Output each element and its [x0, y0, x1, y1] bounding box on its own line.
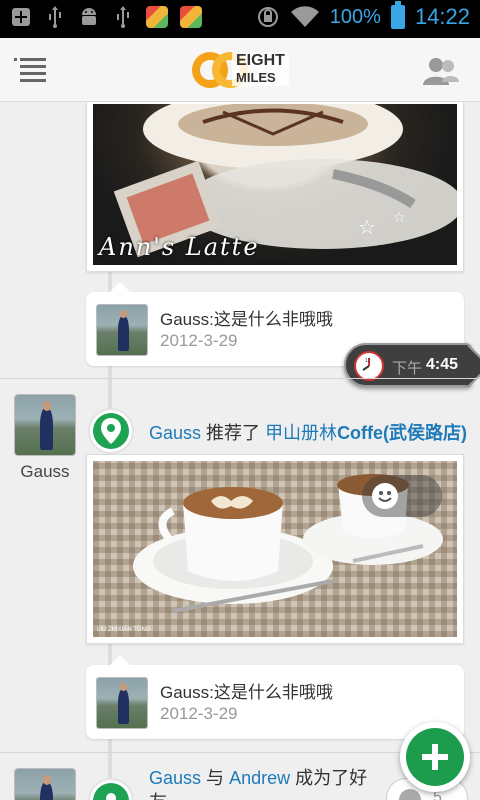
svg-text:☆: ☆	[393, 209, 406, 225]
comment-text: Gauss:这是什么非哦哦	[160, 310, 333, 329]
comment-date: 2012-3-29	[160, 704, 238, 723]
add-post-button[interactable]	[400, 722, 470, 792]
clock-time: 14:22	[414, 4, 470, 29]
time-period: 下午	[392, 360, 423, 377]
app-notification-icon	[146, 6, 168, 28]
comment-card[interactable]: Gauss:这是什么非哦哦 2012-3-29	[86, 655, 464, 739]
plus-icon	[406, 728, 464, 786]
avatar[interactable]	[96, 304, 148, 356]
svg-text:☆: ☆	[358, 217, 376, 239]
post-headline: Gauss 推荐了 甲山册林Coffe(武侯路店)	[149, 421, 467, 445]
battery-percent: 100%	[329, 5, 381, 28]
connector: 与	[206, 768, 225, 788]
photo-watermark: LIU ZHIXIAN TONG	[97, 627, 151, 633]
place-name-bold: Coffe(武侯路店)	[337, 423, 468, 443]
action-text: 成为了好	[295, 768, 368, 788]
notification-icons	[10, 6, 202, 28]
user-link[interactable]: Andrew	[229, 768, 290, 788]
app-logo: EIGHT MILES	[192, 50, 290, 90]
avatar[interactable]	[96, 677, 148, 729]
screen-rotation-lock-icon	[257, 7, 278, 27]
usb-icon	[112, 6, 134, 28]
post-headline: Gauss 与 Andrew 成为了好 友	[149, 766, 367, 800]
location-pin-icon	[88, 408, 134, 454]
latte-photo[interactable]: ☆ ☆ Ann's Latte	[93, 104, 457, 265]
friends-icon[interactable]	[422, 56, 460, 86]
android-debug-icon	[78, 6, 100, 28]
place-link[interactable]: 甲山册林Coffe(武侯路店)	[265, 423, 467, 443]
comment-text: Gauss:这是什么非哦哦	[160, 683, 333, 702]
battery-full-icon	[390, 1, 405, 29]
user-link[interactable]: Gauss	[149, 423, 201, 443]
feed-divider	[0, 378, 480, 379]
avatar[interactable]	[14, 394, 76, 456]
menu-list-icon[interactable]	[14, 57, 46, 83]
logo-line-2: MILES	[236, 70, 276, 85]
smile-icon	[372, 483, 398, 509]
time-value: 4:45	[426, 356, 459, 373]
action-verb: 推荐了	[206, 423, 261, 443]
svg-text:12: 12	[365, 358, 371, 364]
time-indicator: 12 下午 4:45	[344, 343, 472, 387]
post-user-name[interactable]: Gauss	[10, 462, 80, 482]
add-box-icon	[10, 6, 32, 28]
comment-date: 2012-3-29	[160, 331, 238, 350]
action-text-cont: 友	[149, 792, 167, 800]
system-status: 100% 14:22	[256, 1, 470, 30]
smile-icon	[399, 789, 421, 800]
clock-icon: 12	[354, 351, 384, 381]
avatar[interactable]	[14, 768, 76, 800]
status-bar: 100% 14:22	[0, 0, 480, 38]
logo-text: EIGHT MILES	[232, 52, 289, 86]
smile-react-button[interactable]	[362, 475, 442, 517]
app-notification-icon	[180, 6, 202, 28]
place-name: 甲山册林	[265, 423, 338, 443]
usb-icon	[44, 6, 66, 28]
post-photo-card[interactable]: ☆ ☆ Ann's Latte	[86, 102, 464, 272]
user-link[interactable]: Gauss	[149, 768, 201, 788]
wifi-icon	[290, 6, 319, 28]
app-header: EIGHT MILES	[0, 38, 480, 102]
photo-caption: Ann's Latte	[99, 233, 260, 261]
logo-line-1: EIGHT	[236, 52, 285, 69]
friend-icon	[88, 778, 134, 800]
